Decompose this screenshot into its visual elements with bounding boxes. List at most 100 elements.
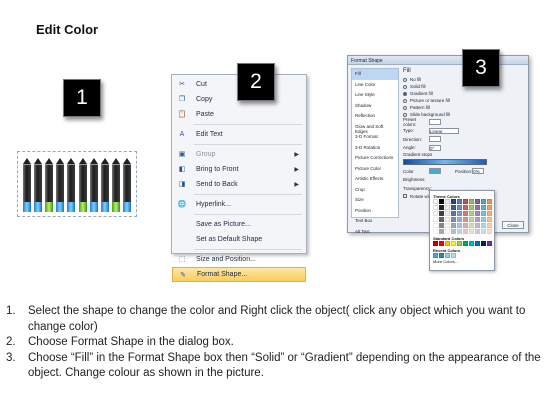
standard-color-swatch[interactable] <box>469 241 474 246</box>
theme-color-swatch[interactable] <box>445 211 450 216</box>
crayon-blue[interactable] <box>56 158 65 216</box>
category-crop[interactable]: Crop <box>352 185 398 196</box>
more-colors-link[interactable]: More Colors... <box>433 259 491 264</box>
theme-color-swatch[interactable] <box>433 205 438 210</box>
category-picture-corrections[interactable]: Picture Corrections <box>352 153 398 164</box>
menu-item-group[interactable]: ▣ Group ▶ <box>172 147 306 162</box>
theme-color-swatch[interactable] <box>445 217 450 222</box>
category-size[interactable]: Size <box>352 195 398 206</box>
theme-color-swatch[interactable] <box>475 229 480 234</box>
theme-color-swatch[interactable] <box>457 211 462 216</box>
crayon-blue[interactable] <box>100 158 109 216</box>
theme-color-swatch[interactable] <box>469 229 474 234</box>
theme-color-swatch[interactable] <box>457 205 462 210</box>
preset-colors-dropdown[interactable] <box>429 119 441 126</box>
menu-item-format-shape[interactable]: ✎ Format Shape... <box>172 267 306 282</box>
category-3-d-format[interactable]: 3-D Format <box>352 132 398 143</box>
theme-color-swatch[interactable] <box>439 199 444 204</box>
recent-color-swatch[interactable] <box>445 253 450 258</box>
theme-color-swatch[interactable] <box>469 223 474 228</box>
theme-color-swatch[interactable] <box>457 217 462 222</box>
standard-color-swatch[interactable] <box>463 241 468 246</box>
theme-color-swatch[interactable] <box>445 229 450 234</box>
menu-item-send-to-back[interactable]: ◨ Send to Back ▶ <box>172 177 306 192</box>
theme-color-swatch[interactable] <box>451 229 456 234</box>
standard-color-swatch[interactable] <box>457 241 462 246</box>
close-button[interactable]: Close <box>502 221 524 229</box>
theme-color-swatch[interactable] <box>463 217 468 222</box>
standard-color-swatch[interactable] <box>487 241 492 246</box>
theme-color-swatch[interactable] <box>481 199 486 204</box>
category-line-style[interactable]: Line Style <box>352 90 398 101</box>
crayon-green[interactable] <box>111 158 120 216</box>
category-picture-color[interactable]: Picture Color <box>352 164 398 175</box>
theme-color-swatch[interactable] <box>433 211 438 216</box>
category-text-box[interactable]: Text Box <box>352 216 398 227</box>
fill-option-picture-or-texture-fill[interactable]: Picture or texture fill <box>403 97 525 104</box>
theme-color-swatch[interactable] <box>451 199 456 204</box>
menu-item-edit-text[interactable]: A Edit Text <box>172 127 306 142</box>
menu-item-save-as-picture[interactable]: Save as Picture... <box>172 217 306 232</box>
menu-item-set-as-default-shape[interactable]: Set as Default Shape <box>172 232 306 247</box>
direction-dropdown[interactable] <box>429 136 441 143</box>
category-artistic-effects[interactable]: Artistic Effects <box>352 174 398 185</box>
crayon-blue[interactable] <box>34 158 43 216</box>
theme-color-swatch[interactable] <box>463 223 468 228</box>
theme-color-swatch[interactable] <box>433 229 438 234</box>
crayon-group[interactable] <box>17 151 137 217</box>
theme-color-swatch[interactable] <box>487 217 492 222</box>
theme-color-swatch[interactable] <box>475 205 480 210</box>
color-dropdown-button[interactable] <box>429 168 441 175</box>
gradient-stops-bar[interactable] <box>403 159 487 165</box>
theme-color-swatch[interactable] <box>481 217 486 222</box>
category-shadow[interactable]: Shadow <box>352 101 398 112</box>
standard-color-swatch[interactable] <box>439 241 444 246</box>
theme-color-swatch[interactable] <box>469 205 474 210</box>
theme-color-swatch[interactable] <box>457 199 462 204</box>
theme-color-swatch[interactable] <box>457 223 462 228</box>
standard-color-swatch[interactable] <box>433 241 438 246</box>
theme-color-swatch[interactable] <box>445 199 450 204</box>
theme-color-swatch[interactable] <box>433 223 438 228</box>
theme-color-swatch[interactable] <box>433 217 438 222</box>
category-position[interactable]: Position <box>352 206 398 217</box>
category-alt-text[interactable]: Alt Text <box>352 227 398 238</box>
crayon-blue[interactable] <box>67 158 76 216</box>
angle-field[interactable]: 0° <box>429 144 441 151</box>
recent-color-swatch[interactable] <box>439 253 444 258</box>
menu-item-hyperlink[interactable]: 🌐 Hyperlink... <box>172 197 306 212</box>
theme-color-swatch[interactable] <box>475 199 480 204</box>
theme-color-swatch[interactable] <box>469 217 474 222</box>
standard-color-swatch[interactable] <box>451 241 456 246</box>
theme-color-swatch[interactable] <box>487 205 492 210</box>
standard-color-swatch[interactable] <box>475 241 480 246</box>
theme-color-swatch[interactable] <box>487 229 492 234</box>
category-line-color[interactable]: Line Color <box>352 80 398 91</box>
theme-color-swatch[interactable] <box>487 199 492 204</box>
theme-color-swatch[interactable] <box>463 229 468 234</box>
category-glow-and-soft-edges[interactable]: Glow and Soft Edges <box>352 122 398 134</box>
menu-item-paste[interactable]: 📋 Paste <box>172 107 306 122</box>
theme-color-swatch[interactable] <box>475 223 480 228</box>
theme-color-swatch[interactable] <box>469 199 474 204</box>
crayon-green[interactable] <box>78 158 87 216</box>
crayon-green[interactable] <box>45 158 54 216</box>
theme-color-swatch[interactable] <box>457 229 462 234</box>
theme-color-swatch[interactable] <box>463 211 468 216</box>
theme-color-swatch[interactable] <box>451 205 456 210</box>
theme-color-swatch[interactable] <box>451 223 456 228</box>
theme-color-swatch[interactable] <box>481 223 486 228</box>
theme-color-swatch[interactable] <box>481 211 486 216</box>
standard-color-swatch[interactable] <box>445 241 450 246</box>
menu-item-size-and-position[interactable]: ⬚ Size and Position... <box>172 252 306 267</box>
crayon-blue[interactable] <box>122 158 131 216</box>
theme-color-swatch[interactable] <box>439 229 444 234</box>
theme-color-swatch[interactable] <box>481 205 486 210</box>
theme-color-swatch[interactable] <box>469 211 474 216</box>
theme-color-swatch[interactable] <box>463 205 468 210</box>
theme-color-swatch[interactable] <box>439 211 444 216</box>
theme-color-swatch[interactable] <box>445 205 450 210</box>
theme-color-swatch[interactable] <box>475 217 480 222</box>
standard-color-swatch[interactable] <box>481 241 486 246</box>
theme-color-swatch[interactable] <box>451 217 456 222</box>
